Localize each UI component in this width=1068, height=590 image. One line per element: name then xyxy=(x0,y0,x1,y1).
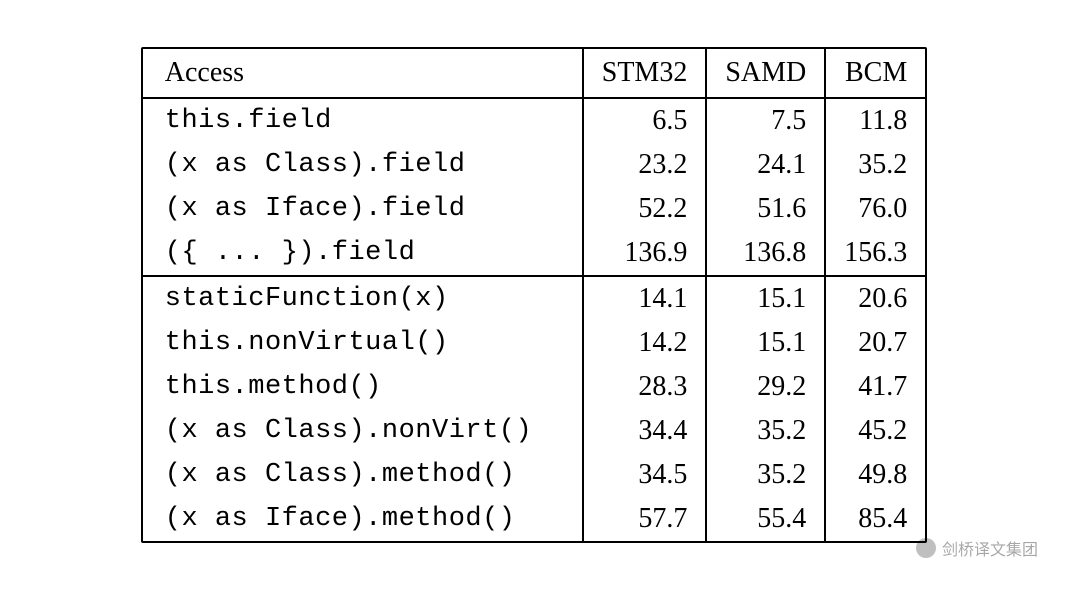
cell-bcm: 156.3 xyxy=(825,231,925,276)
table-row: (x as Iface).method() 57.7 55.4 85.4 xyxy=(143,497,926,541)
cell-stm32: 14.1 xyxy=(583,276,707,321)
cell-access: (x as Class).field xyxy=(143,143,583,187)
cell-samd: 51.6 xyxy=(706,187,825,231)
cell-bcm: 85.4 xyxy=(825,497,925,541)
cell-samd: 15.1 xyxy=(706,321,825,365)
cell-samd: 15.1 xyxy=(706,276,825,321)
table-header-row: Access STM32 SAMD BCM xyxy=(143,49,926,98)
cell-samd: 29.2 xyxy=(706,365,825,409)
cell-access: this.method() xyxy=(143,365,583,409)
header-stm32: STM32 xyxy=(583,49,707,98)
cell-stm32: 34.4 xyxy=(583,409,707,453)
benchmark-table-container: Access STM32 SAMD BCM this.field 6.5 7.5… xyxy=(141,47,928,543)
cell-stm32: 28.3 xyxy=(583,365,707,409)
table-row: (x as Class).nonVirt() 34.4 35.2 45.2 xyxy=(143,409,926,453)
table-row: (x as Class).method() 34.5 35.2 49.8 xyxy=(143,453,926,497)
cell-bcm: 35.2 xyxy=(825,143,925,187)
header-access: Access xyxy=(143,49,583,98)
cell-bcm: 20.7 xyxy=(825,321,925,365)
cell-samd: 55.4 xyxy=(706,497,825,541)
table-row: this.field 6.5 7.5 11.8 xyxy=(143,98,926,143)
table-row: this.nonVirtual() 14.2 15.1 20.7 xyxy=(143,321,926,365)
cell-bcm: 49.8 xyxy=(825,453,925,497)
cell-samd: 7.5 xyxy=(706,98,825,143)
cell-samd: 35.2 xyxy=(706,453,825,497)
cell-access: (x as Iface).field xyxy=(143,187,583,231)
cell-bcm: 41.7 xyxy=(825,365,925,409)
table-row: (x as Iface).field 52.2 51.6 76.0 xyxy=(143,187,926,231)
cell-samd: 35.2 xyxy=(706,409,825,453)
header-samd: SAMD xyxy=(706,49,825,98)
cell-stm32: 52.2 xyxy=(583,187,707,231)
cell-access: (x as Iface).method() xyxy=(143,497,583,541)
cell-stm32: 14.2 xyxy=(583,321,707,365)
cell-stm32: 6.5 xyxy=(583,98,707,143)
cell-stm32: 57.7 xyxy=(583,497,707,541)
cell-access: this.nonVirtual() xyxy=(143,321,583,365)
watermark: 剑桥译文集团 xyxy=(916,536,1038,560)
cell-stm32: 136.9 xyxy=(583,231,707,276)
table-row: (x as Class).field 23.2 24.1 35.2 xyxy=(143,143,926,187)
cell-samd: 24.1 xyxy=(706,143,825,187)
cell-access: ({ ... }).field xyxy=(143,231,583,276)
cell-stm32: 34.5 xyxy=(583,453,707,497)
cell-bcm: 45.2 xyxy=(825,409,925,453)
table-row: ({ ... }).field 136.9 136.8 156.3 xyxy=(143,231,926,276)
watermark-icon xyxy=(916,538,936,558)
cell-stm32: 23.2 xyxy=(583,143,707,187)
cell-access: (x as Class).nonVirt() xyxy=(143,409,583,453)
header-bcm: BCM xyxy=(825,49,925,98)
cell-access: (x as Class).method() xyxy=(143,453,583,497)
cell-bcm: 20.6 xyxy=(825,276,925,321)
cell-samd: 136.8 xyxy=(706,231,825,276)
benchmark-table: Access STM32 SAMD BCM this.field 6.5 7.5… xyxy=(143,49,926,541)
cell-access: staticFunction(x) xyxy=(143,276,583,321)
table-row: staticFunction(x) 14.1 15.1 20.6 xyxy=(143,276,926,321)
cell-access: this.field xyxy=(143,98,583,143)
table-row: this.method() 28.3 29.2 41.7 xyxy=(143,365,926,409)
table-body: this.field 6.5 7.5 11.8 (x as Class).fie… xyxy=(143,98,926,541)
watermark-text: 剑桥译文集团 xyxy=(942,536,1038,560)
cell-bcm: 11.8 xyxy=(825,98,925,143)
cell-bcm: 76.0 xyxy=(825,187,925,231)
